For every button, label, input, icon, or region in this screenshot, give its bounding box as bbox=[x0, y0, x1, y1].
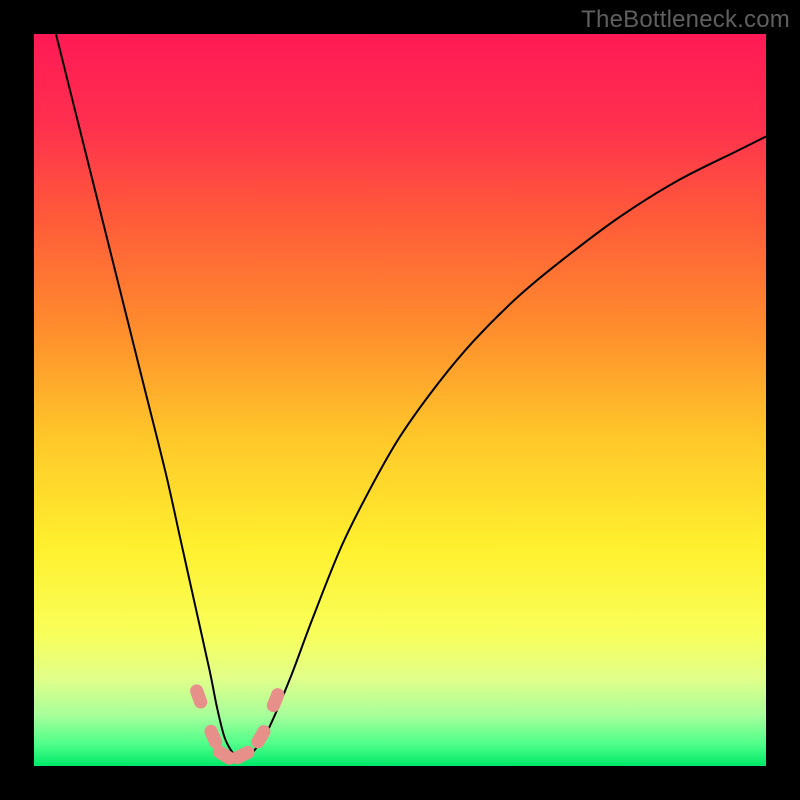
bottleneck-curve bbox=[56, 34, 766, 760]
highlight-marker bbox=[188, 683, 209, 711]
chart-svg bbox=[34, 34, 766, 766]
chart-frame: TheBottleneck.com bbox=[0, 0, 800, 800]
highlight-marker bbox=[265, 686, 286, 714]
plot-area bbox=[34, 34, 766, 766]
watermark-text: TheBottleneck.com bbox=[581, 6, 790, 34]
